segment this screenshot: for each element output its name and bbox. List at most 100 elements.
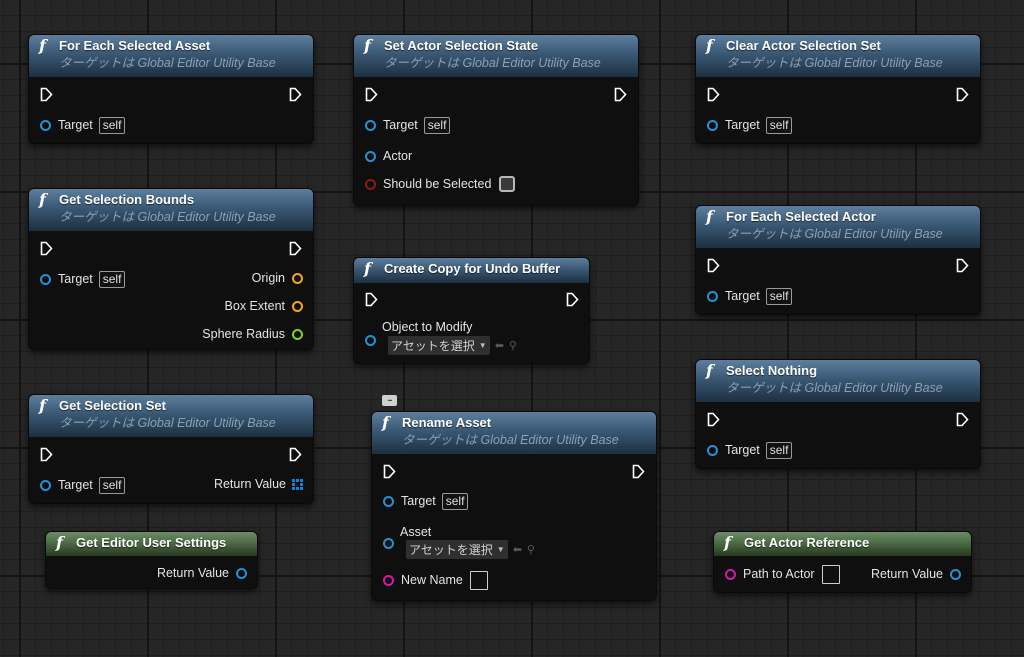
exec-in-pin-icon[interactable] — [383, 464, 396, 479]
object-pin-icon[interactable] — [236, 567, 247, 579]
exec-in-pin-icon[interactable] — [707, 87, 720, 102]
return-value-pin-row[interactable]: Return Value — [214, 474, 303, 494]
return-value-label: Return Value — [213, 477, 286, 491]
node-subtitle: ターゲットは Global Editor Utility Base — [402, 433, 619, 447]
object-pin-icon[interactable] — [40, 479, 51, 491]
exec-in-pin-icon[interactable] — [40, 87, 53, 102]
node-get-editor-user-settings[interactable]: f Get Editor User Settings Return Value — [45, 531, 258, 589]
return-value-label: Return Value — [870, 567, 943, 581]
exec-in-pin-icon[interactable] — [707, 412, 720, 427]
return-value-pin-row[interactable]: Return Value — [157, 563, 247, 583]
exec-out-pin-icon[interactable] — [614, 87, 627, 102]
box-extent-label: Box Extent — [224, 299, 285, 313]
node-title: Create Copy for Undo Buffer — [384, 261, 561, 276]
exec-out-pin-icon[interactable] — [289, 87, 302, 102]
node-title: Clear Actor Selection Set — [726, 38, 881, 53]
bool-pin-icon[interactable] — [365, 178, 376, 190]
target-pin-row[interactable]: Target self — [383, 491, 469, 511]
node-for-each-selected-actor[interactable]: f For Each Selected Actor ターゲットは Global … — [695, 205, 981, 315]
exec-out-pin-icon[interactable] — [289, 447, 302, 462]
target-pin-row[interactable]: Target self — [707, 286, 793, 306]
target-pin-row[interactable]: Target self — [40, 269, 126, 289]
path-to-actor-text-field[interactable] — [821, 564, 840, 584]
function-icon: f — [364, 36, 371, 55]
return-value-pin-row[interactable]: Return Value — [871, 564, 961, 584]
exec-out-pin-icon[interactable] — [566, 292, 579, 307]
object-pin-icon[interactable] — [707, 444, 718, 456]
exec-in-pin-icon[interactable] — [365, 292, 378, 307]
exec-in-pin-icon[interactable] — [40, 447, 53, 462]
comment-bubble-icon[interactable]: ... — [382, 395, 397, 406]
node-set-actor-selection-state[interactable]: f Set Actor Selection State ターゲットは Globa… — [353, 34, 639, 206]
should-be-selected-checkbox[interactable] — [499, 176, 516, 192]
browse-search-icon[interactable]: ⚲ — [527, 543, 535, 556]
object-pin-icon[interactable] — [707, 119, 718, 131]
target-pin-row[interactable]: Target self — [707, 115, 793, 135]
target-pin-row[interactable]: Target self — [40, 115, 126, 135]
string-pin-icon[interactable] — [725, 568, 736, 580]
target-pin-row[interactable]: Target self — [707, 440, 793, 460]
origin-pin-row[interactable]: Origin — [252, 268, 303, 288]
exec-in-pin-icon[interactable] — [40, 241, 53, 256]
browse-search-icon[interactable]: ⚲ — [509, 339, 517, 352]
object-pin-icon[interactable] — [40, 119, 51, 131]
exec-out-pin-icon[interactable] — [956, 412, 969, 427]
actor-pin-row[interactable]: Actor — [365, 146, 412, 166]
object-pin-icon[interactable] — [365, 119, 376, 131]
asset-pin-row[interactable] — [383, 536, 394, 550]
asset-picker[interactable]: アセットを選択 ▼ ⬅ ⚲ — [388, 335, 517, 355]
node-create-copy-for-undo-buffer[interactable]: f Create Copy for Undo Buffer Object to … — [353, 257, 590, 364]
node-rename-asset[interactable]: f Rename Asset ターゲットは Global Editor Util… — [371, 411, 657, 601]
asset-picker-dropdown[interactable]: アセットを選択 ▼ — [388, 335, 490, 355]
object-to-modify-pin-row[interactable] — [365, 333, 376, 347]
string-pin-icon[interactable] — [383, 574, 394, 586]
exec-out-pin-icon[interactable] — [289, 241, 302, 256]
asset-picker-dropdown[interactable]: アセットを選択 ▼ — [406, 539, 508, 559]
self-value-box: self — [441, 492, 469, 510]
target-label: Target — [58, 118, 93, 132]
use-selected-arrow-icon[interactable]: ⬅ — [495, 339, 504, 352]
node-get-actor-reference[interactable]: f Get Actor Reference Path to Actor Retu… — [713, 531, 972, 593]
function-icon: f — [39, 190, 46, 209]
node-get-selection-bounds[interactable]: f Get Selection Bounds ターゲットは Global Edi… — [28, 188, 314, 350]
exec-out-pin-icon[interactable] — [956, 87, 969, 102]
use-selected-arrow-icon[interactable]: ⬅ — [513, 543, 522, 556]
node-subtitle: ターゲットは Global Editor Utility Base — [726, 227, 943, 241]
node-title: Get Actor Reference — [744, 535, 870, 550]
path-to-actor-pin-row[interactable]: Path to Actor — [725, 563, 840, 585]
target-label: Target — [725, 289, 760, 303]
origin-label: Origin — [251, 271, 285, 285]
vector-pin-icon[interactable] — [292, 272, 303, 284]
sphere-radius-pin-row[interactable]: Sphere Radius — [202, 324, 303, 344]
asset-label: Asset — [400, 525, 432, 539]
object-pin-icon[interactable] — [40, 273, 51, 285]
should-be-selected-pin-row[interactable]: Should be Selected — [365, 174, 516, 194]
exec-in-pin-icon[interactable] — [707, 258, 720, 273]
box-extent-pin-row[interactable]: Box Extent — [225, 296, 303, 316]
object-pin-icon[interactable] — [383, 537, 394, 549]
self-value-box: self — [765, 116, 793, 134]
exec-out-pin-icon[interactable] — [632, 464, 645, 479]
new-name-text-field[interactable] — [469, 570, 488, 590]
object-pin-icon[interactable] — [365, 150, 376, 162]
node-title: For Each Selected Asset — [59, 38, 211, 53]
node-for-each-selected-asset[interactable]: f For Each Selected Asset ターゲットは Global … — [28, 34, 314, 144]
node-clear-actor-selection-set[interactable]: f Clear Actor Selection Set ターゲットは Globa… — [695, 34, 981, 144]
vector-pin-icon[interactable] — [292, 300, 303, 312]
asset-picker[interactable]: アセットを選択 ▼ ⬅ ⚲ — [406, 539, 535, 559]
node-subtitle: ターゲットは Global Editor Utility Base — [59, 416, 276, 430]
float-pin-icon[interactable] — [292, 328, 303, 340]
array-grid-icon[interactable] — [292, 478, 303, 490]
object-pin-icon[interactable] — [365, 334, 376, 346]
object-pin-icon[interactable] — [707, 290, 718, 302]
object-pin-icon[interactable] — [383, 495, 394, 507]
target-pin-row[interactable]: Target self — [40, 475, 126, 495]
exec-in-pin-icon[interactable] — [365, 87, 378, 102]
node-get-selection-set[interactable]: f Get Selection Set ターゲットは Global Editor… — [28, 394, 314, 504]
sphere-radius-label: Sphere Radius — [202, 327, 285, 341]
target-pin-row[interactable]: Target self — [365, 115, 451, 135]
object-pin-icon[interactable] — [950, 568, 961, 580]
node-select-nothing[interactable]: f Select Nothing ターゲットは Global Editor Ut… — [695, 359, 981, 469]
exec-out-pin-icon[interactable] — [956, 258, 969, 273]
new-name-pin-row[interactable]: New Name — [383, 569, 488, 591]
